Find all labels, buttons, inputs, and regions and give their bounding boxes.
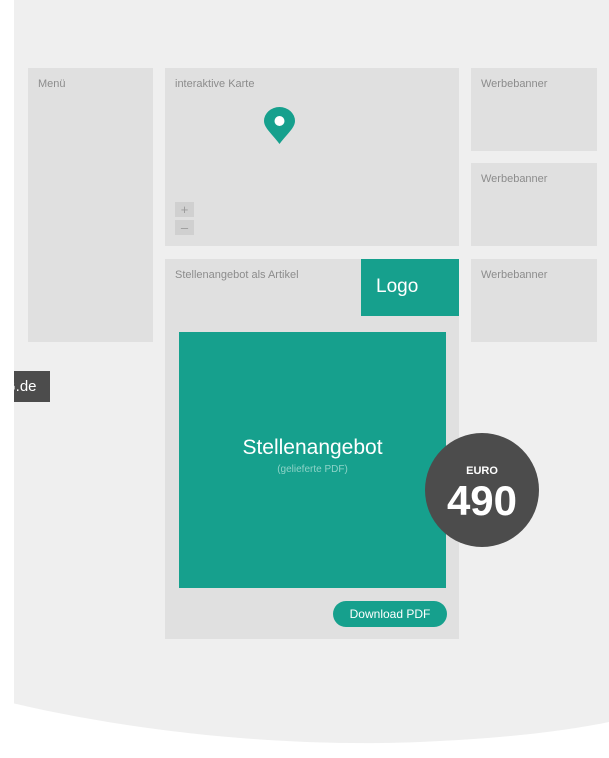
page-torn-edge	[0, 0, 609, 758]
